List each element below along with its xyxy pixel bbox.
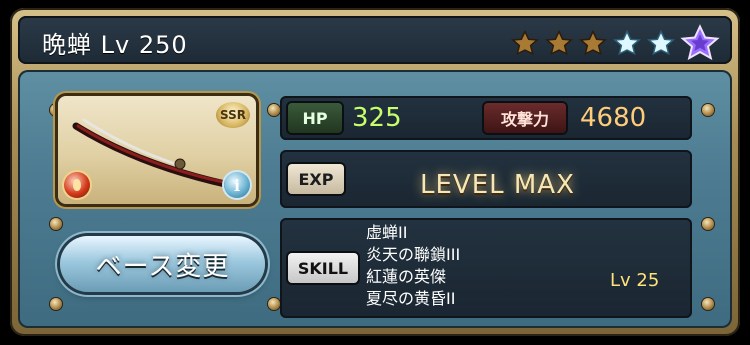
weapon-card[interactable]: SSR i [58, 96, 256, 204]
rivet-decoration [268, 298, 280, 310]
attack-label: 攻撃力 [484, 103, 566, 133]
hp-value: 325 [352, 103, 402, 133]
star-purple-icon [680, 24, 720, 61]
rarity-badge: SSR [216, 102, 250, 128]
base-change-button[interactable]: ベース変更 [60, 236, 265, 292]
rivet-decoration [702, 218, 714, 230]
level-max-text: LEVEL MAX [420, 170, 575, 200]
rivet-decoration [50, 298, 62, 310]
star-gold-icon [545, 29, 573, 56]
skill-item: 紅蓮の英傑 [366, 267, 447, 286]
star-gold-icon [579, 29, 607, 56]
base-change-button-label: ベース変更 [95, 252, 230, 282]
rivet-decoration [702, 104, 714, 116]
exp-label: EXP [288, 164, 344, 194]
fire-element-icon [64, 172, 90, 198]
skill-label: SKILL [288, 253, 358, 283]
hp-label: HP [288, 103, 342, 133]
weapon-title: 晩蝉 Lv 250 [42, 31, 188, 59]
skill-level: Lv 25 [610, 270, 660, 291]
attack-value: 4680 [580, 103, 647, 133]
info-icon[interactable]: i [224, 172, 250, 198]
star-rating [510, 24, 720, 64]
header-bar: 晩蝉 Lv 250 [18, 16, 732, 64]
star-gold-icon [511, 29, 539, 56]
rivet-decoration [702, 298, 714, 310]
rivet-decoration [268, 104, 280, 116]
rivet-decoration [50, 218, 62, 230]
skill-item: 虚蝉II [366, 223, 408, 242]
skill-list: 虚蝉II 炎天の聯鎖III 紅蓮の英傑 夏尽の黄昏II [366, 222, 460, 310]
skill-item: 夏尽の黄昏II [366, 289, 456, 308]
skill-item: 炎天の聯鎖III [366, 245, 461, 264]
star-blue-icon [613, 29, 641, 56]
star-blue-icon [647, 29, 675, 56]
